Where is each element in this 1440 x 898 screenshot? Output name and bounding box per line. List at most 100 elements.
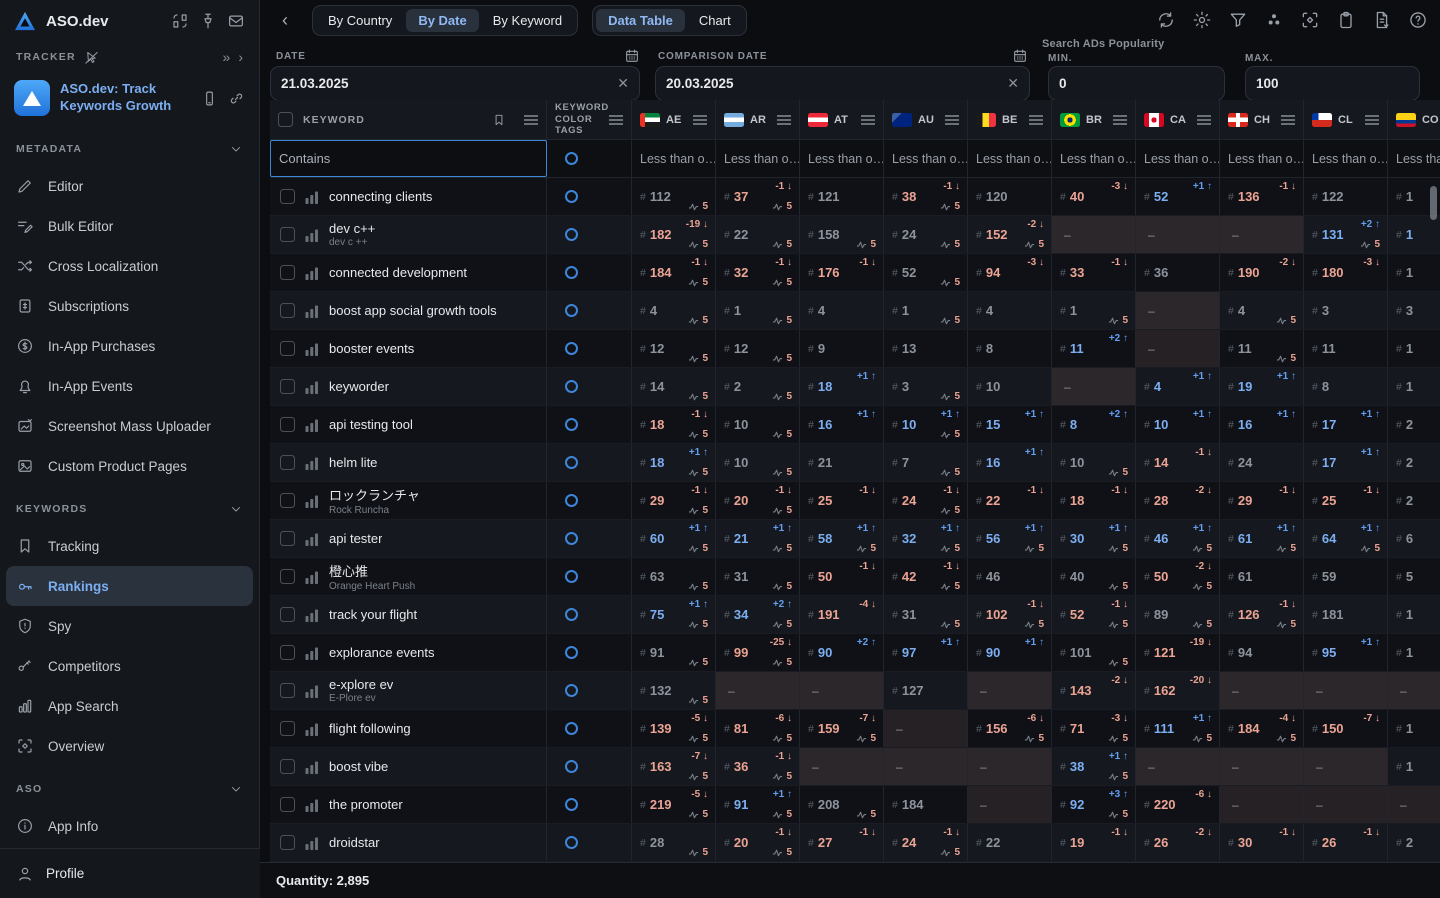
keyword-chart-icon[interactable] — [305, 760, 319, 774]
keyword-chart-icon[interactable] — [305, 684, 319, 698]
sidebar-section-metadata[interactable]: METADATA — [0, 132, 259, 166]
country-rank-filter-au[interactable]: Less than o… — [884, 140, 968, 177]
keyword-chart-icon[interactable] — [305, 532, 319, 546]
color-tag-circle-icon[interactable] — [565, 228, 578, 241]
country-column-menu-icon[interactable] — [945, 115, 959, 125]
keyword-chart-icon[interactable] — [305, 570, 319, 584]
expand-sidebar-icon[interactable]: › — [238, 49, 243, 65]
bookmark-icon[interactable] — [492, 112, 506, 128]
row-checkbox[interactable] — [280, 227, 295, 242]
keyword-chart-icon[interactable] — [305, 722, 319, 736]
sidebar-item-overview[interactable]: Overview — [6, 726, 253, 766]
country-column-menu-icon[interactable] — [1365, 115, 1379, 125]
color-tag-circle-icon[interactable] — [565, 266, 578, 279]
collapse-all-icon[interactable]: » — [223, 49, 231, 65]
link-icon[interactable] — [228, 90, 245, 107]
help-icon[interactable] — [1408, 10, 1428, 30]
color-tag-circle-icon[interactable] — [565, 760, 578, 773]
sidebar-item-app-search[interactable]: App Search — [6, 686, 253, 726]
row-checkbox[interactable] — [280, 645, 295, 660]
keyword-column-menu-icon[interactable] — [524, 115, 538, 125]
row-checkbox[interactable] — [280, 721, 295, 736]
color-tag-circle-icon[interactable] — [565, 342, 578, 355]
row-checkbox[interactable] — [280, 455, 295, 470]
sidebar-item-spy[interactable]: Spy — [6, 606, 253, 646]
max-input[interactable] — [1256, 76, 1437, 91]
country-column-menu-icon[interactable] — [861, 115, 875, 125]
calendar-icon[interactable] — [624, 48, 640, 64]
country-rank-filter-ca[interactable]: Less than o… — [1136, 140, 1220, 177]
sidebar-item-in-app-events[interactable]: In-App Events — [6, 366, 253, 406]
pin-icon[interactable] — [199, 12, 217, 30]
color-tag-circle-icon[interactable] — [565, 684, 578, 697]
color-tag-circle-icon[interactable] — [565, 380, 578, 393]
back-button[interactable]: ‹ — [272, 7, 298, 33]
country-rank-filter-cl[interactable]: Less than o… — [1304, 140, 1388, 177]
country-rank-filter-be[interactable]: Less than o… — [968, 140, 1052, 177]
keyword-chart-icon[interactable] — [305, 266, 319, 280]
country-rank-filter-co[interactable]: Less than o… — [1388, 140, 1440, 177]
sidebar-item-in-app-purchases[interactable]: In-App Purchases — [6, 326, 253, 366]
select-all-checkbox[interactable] — [278, 112, 293, 127]
comparison-date-clear-icon[interactable]: ✕ — [1001, 75, 1019, 92]
date-input[interactable] — [281, 76, 611, 91]
sidebar-item-rankings[interactable]: Rankings — [6, 566, 253, 606]
row-checkbox[interactable] — [280, 493, 295, 508]
sidebar-item-screenshot-mass-uploader[interactable]: Screenshot Mass Uploader — [6, 406, 253, 446]
color-tag-circle-icon[interactable] — [565, 494, 578, 507]
tracked-app-card[interactable]: ASO.dev: Track Keywords Growth — [0, 72, 259, 126]
refresh-icon[interactable] — [1156, 10, 1176, 30]
country-column-menu-icon[interactable] — [693, 115, 707, 125]
tab-by-keyword[interactable]: By Keyword — [481, 9, 574, 32]
row-checkbox[interactable] — [280, 303, 295, 318]
tab-data-table[interactable]: Data Table — [596, 9, 685, 32]
country-column-menu-icon[interactable] — [1113, 115, 1127, 125]
color-tag-circle-icon[interactable] — [565, 608, 578, 621]
color-tag-circle-icon[interactable] — [565, 190, 578, 203]
keyword-chart-icon[interactable] — [305, 304, 319, 318]
sidebar-item-app-info[interactable]: App Info — [6, 806, 253, 846]
tab-by-country[interactable]: By Country — [316, 9, 404, 32]
color-tag-filter-circle-icon[interactable] — [565, 152, 578, 165]
row-checkbox[interactable] — [280, 797, 295, 812]
sidebar-item-editor[interactable]: Editor — [6, 166, 253, 206]
sidebar-item-profile[interactable]: Profile — [0, 848, 260, 898]
keyword-chart-icon[interactable] — [305, 342, 319, 356]
row-checkbox[interactable] — [280, 379, 295, 394]
tab-chart[interactable]: Chart — [687, 9, 743, 32]
sidebar-section-keywords[interactable]: KEYWORDS — [0, 492, 259, 526]
color-tags-icon[interactable] — [1264, 10, 1284, 30]
row-checkbox[interactable] — [280, 607, 295, 622]
sidebar-item-cross-localization[interactable]: Cross Localization — [6, 246, 253, 286]
mail-icon[interactable] — [227, 12, 245, 30]
color-tag-circle-icon[interactable] — [565, 646, 578, 659]
min-input[interactable] — [1059, 76, 1240, 91]
layout-swap-icon[interactable] — [171, 12, 189, 30]
comparison-date-input[interactable] — [666, 76, 1001, 91]
keyword-chart-icon[interactable] — [305, 190, 319, 204]
filter-icon[interactable] — [1228, 10, 1248, 30]
color-tag-circle-icon[interactable] — [565, 456, 578, 469]
country-rank-filter-ae[interactable]: Less than o… — [632, 140, 716, 177]
country-column-menu-icon[interactable] — [1029, 115, 1043, 125]
keyword-chart-icon[interactable] — [305, 494, 319, 508]
sidebar-item-custom-product-pages[interactable]: Custom Product Pages — [6, 446, 253, 486]
color-tag-circle-icon[interactable] — [565, 532, 578, 545]
country-rank-filter-ch[interactable]: Less than o… — [1220, 140, 1304, 177]
settings-icon[interactable] — [1192, 10, 1212, 30]
row-checkbox[interactable] — [280, 189, 295, 204]
sidebar-item-subscriptions[interactable]: Subscriptions — [6, 286, 253, 326]
country-rank-filter-ar[interactable]: Less than o… — [716, 140, 800, 177]
row-checkbox[interactable] — [280, 683, 295, 698]
keyword-chart-icon[interactable] — [305, 228, 319, 242]
country-rank-filter-br[interactable]: Less than o… — [1052, 140, 1136, 177]
color-tag-circle-icon[interactable] — [565, 836, 578, 849]
country-column-menu-icon[interactable] — [777, 115, 791, 125]
color-tag-circle-icon[interactable] — [565, 570, 578, 583]
keyword-chart-icon[interactable] — [305, 456, 319, 470]
phone-icon[interactable] — [201, 90, 218, 107]
sidebar-item-competitors[interactable]: Competitors — [6, 646, 253, 686]
keyword-chart-icon[interactable] — [305, 836, 319, 850]
country-column-menu-icon[interactable] — [1281, 115, 1295, 125]
row-checkbox[interactable] — [280, 265, 295, 280]
